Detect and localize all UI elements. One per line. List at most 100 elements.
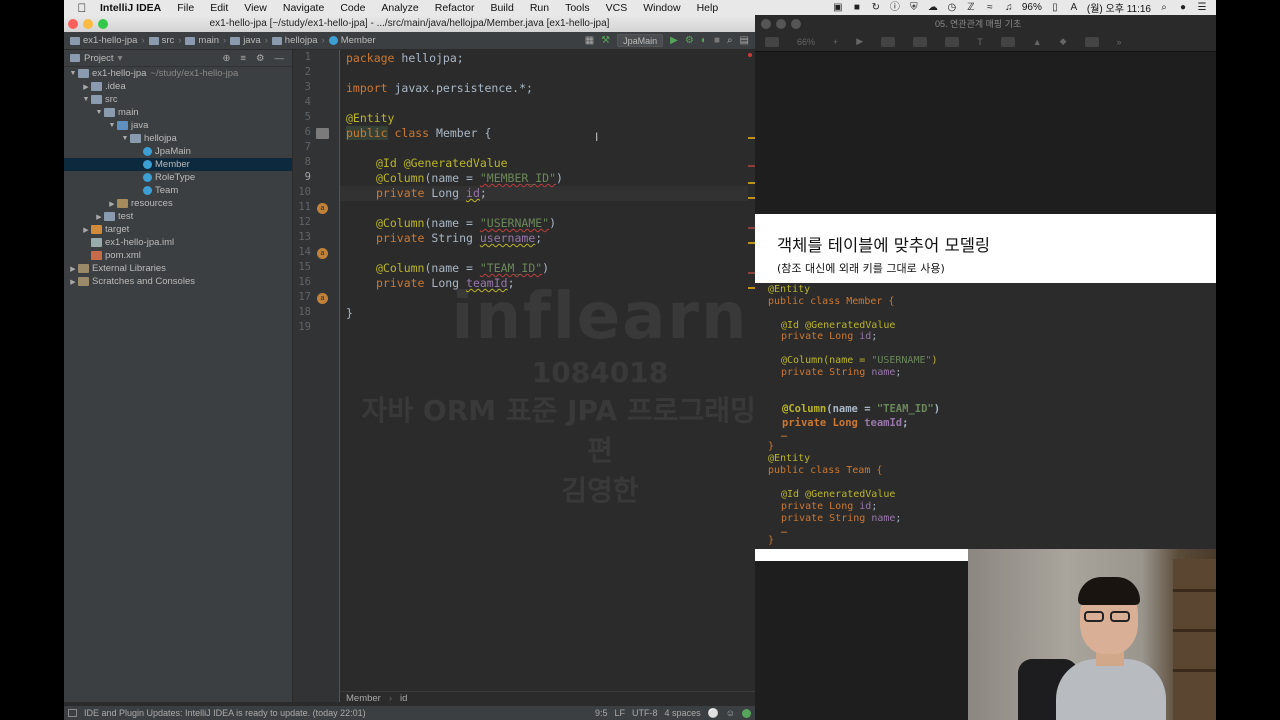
collapse-icon[interactable]: ≡ [240,53,246,64]
editor-crumb-field[interactable]: id [400,693,407,704]
run-icon[interactable]: ▶ [670,35,678,46]
tree-item[interactable]: pom.xml [64,249,292,262]
cloud-icon[interactable]: ☁ [927,2,939,13]
user-icon[interactable]: ● [1177,2,1189,13]
screen-icon[interactable]: ▣ [832,2,844,13]
editor-crumb-class[interactable]: Member [346,693,381,704]
project-view-select[interactable]: Project [84,53,114,64]
breadcrumb-member[interactable]: Member [341,35,376,46]
wifi-icon[interactable]: ≈ [984,2,996,13]
tree-item[interactable]: ▼ ex1-hello-jpa ~/study/ex1-hello-jpa [64,67,292,80]
database-icon[interactable] [316,128,329,139]
menu-file[interactable]: File [169,2,202,14]
input-source-icon[interactable]: A [1068,2,1080,13]
lock-icon[interactable]: ⚪ [708,708,719,719]
tree-item[interactable]: RoleType [64,171,292,184]
search-icon[interactable]: ⌕ [727,35,733,46]
menu-refactor[interactable]: Refactor [427,2,483,14]
tree-item[interactable]: ▶ Scratches and Consoles [64,275,292,288]
expand-arrow-icon[interactable]: ▼ [68,70,78,77]
app-status-icon[interactable]: ■ [851,2,863,13]
shield-icon[interactable]: ⛨ [908,2,920,13]
event-log-icon[interactable] [742,708,751,718]
expand-arrow-icon[interactable]: ▼ [81,96,91,103]
clock-icon[interactable]: ◷ [946,2,958,13]
tree-item[interactable]: ▶ External Libraries [64,262,292,275]
minimize-window-button[interactable] [776,18,786,29]
hide-icon[interactable]: — [275,53,285,64]
shape-icon[interactable] [1000,36,1015,47]
volume-icon[interactable]: ♫ [1003,2,1015,13]
menu-code[interactable]: Code [332,2,373,14]
tree-item[interactable]: ▶ test [64,210,292,223]
tree-item[interactable]: ▶ target [64,223,292,236]
tree-item[interactable]: ▼ java [64,119,292,132]
coverage-icon[interactable]: ◐ [701,35,707,46]
view-icon[interactable] [765,36,779,47]
expand-arrow-icon[interactable]: ▶ [68,278,78,286]
run-config-select[interactable]: JpaMain [617,34,664,47]
expand-arrow-icon[interactable]: ▼ [120,135,130,142]
tool-windows-icon[interactable] [68,709,77,717]
expand-arrow-icon[interactable]: ▶ [81,83,91,91]
zoom-select[interactable]: 66% [797,37,815,47]
expand-arrow-icon[interactable]: ▼ [107,122,117,129]
menu-view[interactable]: View [236,2,275,14]
breadcrumb-main[interactable]: main [198,35,219,46]
chevron-down-icon[interactable]: ▾ [118,53,123,64]
keynote-live-icon[interactable] [881,36,896,47]
breadcrumb-java[interactable]: java [243,35,260,46]
menu-build[interactable]: Build [482,2,521,14]
document-icon[interactable] [1084,36,1099,47]
expand-arrow-icon[interactable]: ▶ [94,213,104,221]
tree-item[interactable]: Member [64,158,292,171]
status-message[interactable]: IDE and Plugin Updates: IntelliJ IDEA is… [84,708,366,718]
bean-icon[interactable]: a [317,203,328,214]
menu-navigate[interactable]: Navigate [275,2,332,14]
expand-arrow-icon[interactable]: ▶ [68,265,78,273]
indent-setting[interactable]: 4 spaces [665,708,701,718]
apple-icon[interactable]:  [72,1,92,15]
menu-analyze[interactable]: Analyze [373,2,426,14]
slide[interactable]: 객체를 테이블에 맞추어 모델링 (참조 대신에 외래 키를 그대로 사용) @… [755,214,1216,549]
bean-icon[interactable]: a [317,248,328,259]
media-icon[interactable]: ▲ [1033,37,1042,47]
inspector-icon[interactable]: ☺ [726,708,735,718]
menu-window[interactable]: Window [635,2,688,14]
breadcrumb-src[interactable]: src [162,35,175,46]
format-icon[interactable]: ◆ [1060,36,1067,47]
line-separator[interactable]: LF [615,708,626,718]
gear-icon[interactable]: ⚙ [256,53,265,64]
menu-edit[interactable]: Edit [202,2,236,14]
sync-icon[interactable]: ↻ [870,2,882,13]
bean-icon[interactable]: a [317,293,328,304]
tree-item[interactable]: ▶ .idea [64,80,292,93]
tree-item[interactable]: ▼ hellojpa [64,132,292,145]
menu-tools[interactable]: Tools [557,2,598,14]
file-encoding[interactable]: UTF-8 [632,708,658,718]
info-icon[interactable]: ⓘ [889,2,901,13]
expand-arrow-icon[interactable]: ▼ [94,109,104,116]
add-slide-icon[interactable]: + [833,37,838,47]
spotlight-icon[interactable]: ⌕ [1158,2,1170,13]
tree-item[interactable]: Team [64,184,292,197]
stop-icon[interactable]: ■ [714,35,720,46]
structure-icon[interactable]: ▤ [740,35,749,46]
build-icon[interactable]: ▦ [585,35,594,46]
expand-arrow-icon[interactable]: ▶ [107,200,117,208]
bluetooth-icon[interactable]: ℤ [965,2,977,13]
breadcrumb-hellojpa[interactable]: hellojpa [285,35,318,46]
zoom-window-button[interactable] [791,18,801,29]
tree-item[interactable]: ex1-hello-jpa.iml [64,236,292,249]
breadcrumb-project[interactable]: ex1-hello-jpa [83,35,137,46]
menu-help[interactable]: Help [689,2,727,14]
tree-item[interactable]: ▼ main [64,106,292,119]
menu-app[interactable]: IntelliJ IDEA [92,2,169,14]
table-icon[interactable] [913,36,928,47]
chart-icon[interactable] [945,36,960,47]
battery-icon[interactable]: ▯ [1049,2,1061,13]
menu-vcs[interactable]: VCS [598,2,636,14]
locate-icon[interactable]: ⊕ [222,53,230,64]
tree-item[interactable]: ▶ resources [64,197,292,210]
debug-icon[interactable]: ⚙ [685,35,694,46]
